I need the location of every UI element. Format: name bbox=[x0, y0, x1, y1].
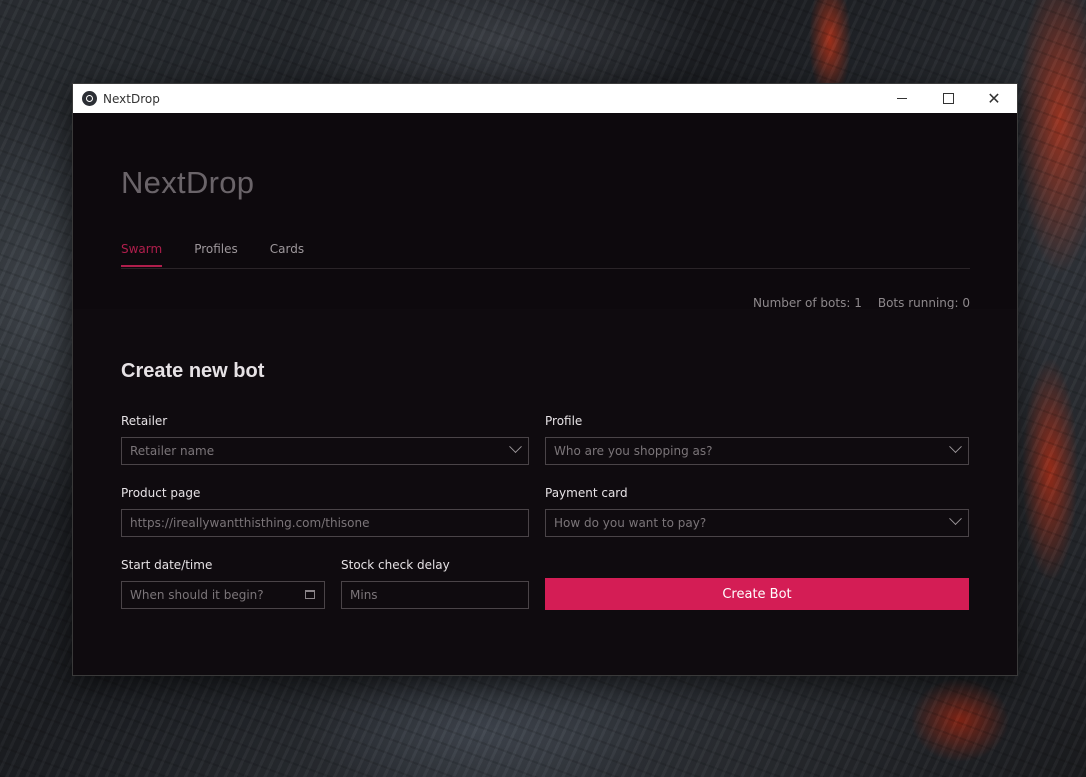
product-page-label: Product page bbox=[121, 486, 201, 500]
start-datetime-label: Start date/time bbox=[121, 558, 213, 572]
tab-bar: Swarm Profiles Cards bbox=[121, 242, 336, 267]
tab-cards[interactable]: Cards bbox=[270, 242, 304, 266]
payment-card-select[interactable] bbox=[545, 509, 969, 537]
payment-card-input[interactable] bbox=[554, 516, 968, 530]
window-title: NextDrop bbox=[103, 91, 160, 106]
create-bot-button[interactable]: Create Bot bbox=[545, 578, 969, 610]
stock-delay-label: Stock check delay bbox=[341, 558, 450, 572]
close-button[interactable]: ✕ bbox=[971, 84, 1017, 113]
minimize-button[interactable] bbox=[879, 84, 925, 113]
stock-delay-input[interactable] bbox=[350, 588, 528, 602]
window-controls: ✕ bbox=[879, 84, 1017, 113]
title-bar[interactable]: NextDrop ✕ bbox=[73, 84, 1017, 113]
retailer-input[interactable] bbox=[130, 444, 528, 458]
profile-select[interactable] bbox=[545, 437, 969, 465]
calendar-icon[interactable] bbox=[305, 590, 315, 599]
close-icon: ✕ bbox=[987, 88, 1001, 108]
header: NextDrop Swarm Profiles Cards Number of … bbox=[73, 113, 1017, 310]
tab-swarm[interactable]: Swarm bbox=[121, 242, 163, 267]
create-bot-panel: Create new bot Retailer Profile Product … bbox=[73, 309, 1017, 675]
product-page-field[interactable] bbox=[121, 509, 529, 537]
minimize-icon bbox=[897, 98, 907, 99]
profile-label: Profile bbox=[545, 414, 583, 428]
page-title: NextDrop bbox=[121, 165, 255, 200]
tab-profiles[interactable]: Profiles bbox=[194, 242, 238, 266]
electron-app-icon bbox=[82, 91, 97, 106]
bots-running: Bots running: 0 bbox=[877, 296, 970, 310]
retailer-label: Retailer bbox=[121, 414, 168, 428]
maximize-button[interactable] bbox=[925, 84, 971, 113]
maximize-icon bbox=[942, 93, 954, 104]
app-window: NextDrop ✕ NextDrop Swarm Profiles Cards… bbox=[72, 83, 1018, 676]
bots-count: Number of bots: 1 bbox=[753, 296, 862, 310]
payment-card-label: Payment card bbox=[545, 486, 628, 500]
stock-delay-field[interactable] bbox=[341, 581, 529, 609]
bot-stats: Number of bots: 1 Bots running: 0 bbox=[753, 296, 970, 310]
start-datetime-field[interactable] bbox=[121, 581, 325, 609]
start-datetime-input[interactable] bbox=[130, 588, 324, 602]
tab-divider bbox=[121, 268, 970, 269]
profile-input[interactable] bbox=[554, 444, 968, 458]
retailer-select[interactable] bbox=[121, 437, 529, 465]
product-page-input[interactable] bbox=[130, 516, 528, 530]
section-title: Create new bot bbox=[121, 360, 265, 382]
